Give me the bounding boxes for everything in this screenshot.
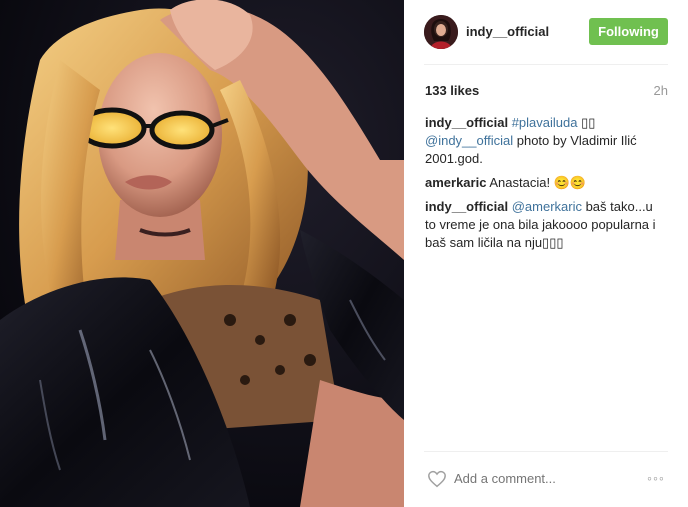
comment-link[interactable]: @amerkaric: [512, 199, 582, 214]
comment-username[interactable]: amerkaric: [425, 175, 486, 190]
heart-outline-icon[interactable]: [427, 470, 447, 488]
post-timestamp[interactable]: 2h: [654, 83, 668, 98]
post-header: indy__official Following: [404, 0, 688, 64]
photo-woman-yellow-glasses: [0, 0, 404, 507]
comment-username[interactable]: indy__official: [425, 115, 508, 130]
likes-count[interactable]: 133 likes: [425, 83, 479, 98]
add-comment-input[interactable]: [454, 471, 634, 486]
header-divider: [424, 64, 668, 65]
avatar-image: [424, 15, 458, 49]
comment-item: indy__official #plavailuda ▯▯ @indy__offi…: [425, 114, 665, 168]
comment-text: ▯▯: [577, 115, 596, 130]
comments-list: indy__official #plavailuda ▯▯ @indy__offi…: [425, 114, 665, 258]
comment-item: indy__official @amerkaric baš tako...u t…: [425, 198, 665, 252]
comment-link[interactable]: @indy__official: [425, 133, 513, 148]
post-photo[interactable]: [0, 0, 404, 507]
comment-item: amerkaric Anastacia! 😊😊: [425, 174, 665, 192]
comment-link[interactable]: #plavailuda: [512, 115, 578, 130]
post-details-panel: indy__official Following 133 likes 2h in…: [404, 0, 688, 507]
avatar[interactable]: [424, 15, 458, 49]
post-author-username[interactable]: indy__official: [466, 24, 549, 39]
comment-text: Anastacia! 😊😊: [489, 175, 587, 190]
footer-divider: [424, 451, 668, 452]
comment-username[interactable]: indy__official: [425, 199, 508, 214]
more-options-icon[interactable]: ◦◦◦: [647, 470, 665, 486]
instagram-post-view: indy__official Following 133 likes 2h in…: [0, 0, 688, 507]
following-button[interactable]: Following: [589, 18, 668, 45]
